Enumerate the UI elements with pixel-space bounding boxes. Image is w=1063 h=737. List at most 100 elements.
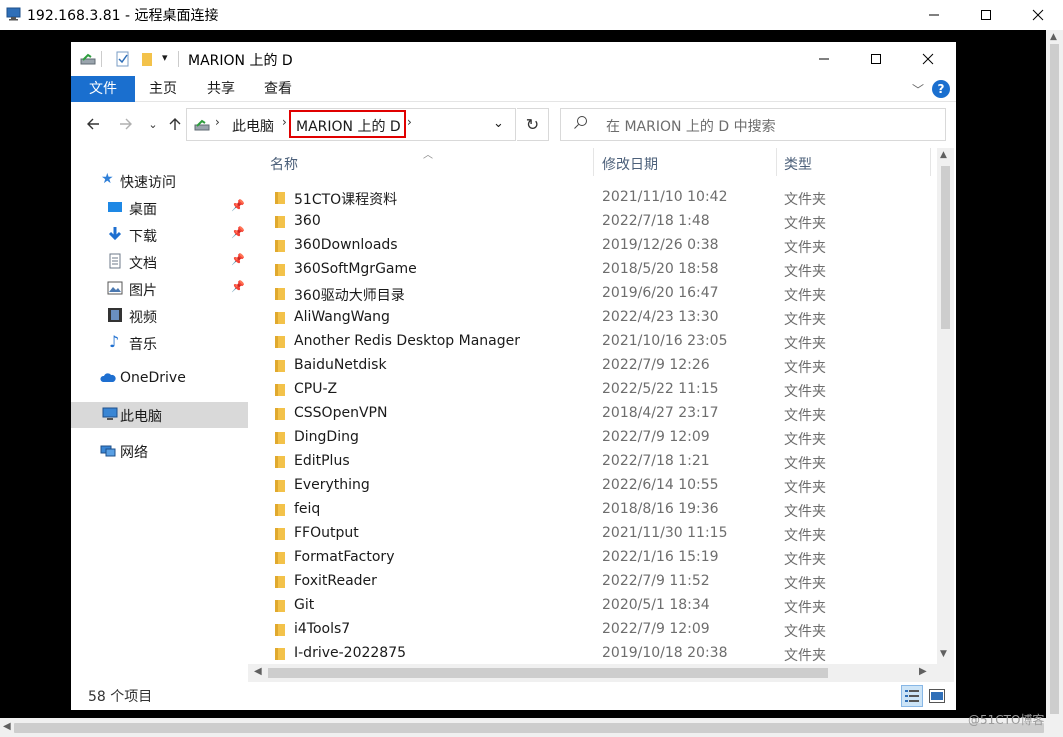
nav-item-music[interactable]: ♪ 音乐 [71, 330, 248, 356]
nav-item-onedrive[interactable]: OneDrive [71, 366, 248, 392]
new-folder-icon[interactable] [139, 51, 155, 67]
pin-icon[interactable]: 📌 [231, 199, 245, 212]
nav-item-quick-access[interactable]: ★ 快速访问 [71, 168, 248, 194]
address-dropdown-icon[interactable]: ⌄ [493, 116, 504, 131]
tab-home[interactable]: 主页 [141, 76, 185, 102]
file-list-horizontal-scroll-thumb[interactable] [268, 668, 828, 678]
nav-item-label: 快速访问 [120, 175, 176, 191]
rdp-horizontal-scroll-thumb[interactable] [14, 723, 1044, 733]
file-row[interactable]: EditPlus 2022/7/18 1:21 文件夹 [248, 450, 938, 474]
nav-item-network[interactable]: 网络 [71, 438, 248, 464]
breadcrumb-separator-icon[interactable]: › [407, 115, 412, 129]
file-list-vertical-scroll-thumb[interactable] [941, 166, 950, 329]
file-name: 360驱动大师目录 [294, 288, 405, 304]
large-icons-view-button[interactable] [926, 685, 948, 707]
folder-icon [275, 576, 285, 588]
explorer-close-button[interactable] [902, 42, 954, 76]
column-header-type[interactable]: 类型 [784, 154, 812, 174]
column-header-name[interactable]: 名称 [270, 154, 298, 174]
file-row[interactable]: DingDing 2022/7/9 12:09 文件夹 [248, 426, 938, 450]
help-icon[interactable]: ? [932, 80, 950, 98]
file-row[interactable]: Another Redis Desktop Manager 2021/10/16 … [248, 330, 938, 354]
file-type: 文件夹 [784, 192, 826, 208]
column-divider[interactable] [776, 148, 777, 176]
file-name: FFOutput [294, 525, 359, 541]
pin-icon[interactable]: 📌 [231, 226, 245, 239]
file-row[interactable]: Everything 2022/6/14 10:55 文件夹 [248, 474, 938, 498]
column-divider[interactable] [930, 148, 931, 176]
rdp-minimize-button[interactable] [911, 0, 957, 30]
file-date-modified: 2021/10/16 23:05 [602, 333, 728, 349]
file-row[interactable]: I-drive-2022875 2019/10/18 20:38 文件夹 [248, 642, 938, 666]
explorer-title-bar: ▾ MARION 上的 D [71, 42, 956, 76]
file-row[interactable]: 360 2022/7/18 1:48 文件夹 [248, 210, 938, 234]
tab-view[interactable]: 查看 [256, 76, 300, 102]
file-date-modified: 2019/6/20 16:47 [602, 285, 719, 301]
file-date-modified: 2022/7/9 12:09 [602, 621, 710, 637]
file-row[interactable]: FormatFactory 2022/1/16 15:19 文件夹 [248, 546, 938, 570]
refresh-button[interactable]: ↻ [517, 108, 549, 141]
scroll-left-arrow-icon[interactable]: ◀ [3, 721, 11, 732]
file-row[interactable]: feiq 2018/8/16 19:36 文件夹 [248, 498, 938, 522]
column-header-date-modified[interactable]: 修改日期 [602, 154, 658, 174]
column-header-row: ︿ 名称 修改日期 类型 [248, 148, 938, 176]
nav-item-downloads[interactable]: 下载 📌 [71, 222, 248, 248]
file-row[interactable]: 51CTO课程资料 2021/11/10 10:42 文件夹 [248, 186, 938, 210]
file-row[interactable]: CSSOpenVPN 2018/4/27 23:17 文件夹 [248, 402, 938, 426]
breadcrumb-separator-icon[interactable]: › [215, 115, 220, 129]
up-button[interactable] [165, 114, 185, 134]
file-row[interactable]: BaiduNetdisk 2022/7/9 12:26 文件夹 [248, 354, 938, 378]
file-row[interactable]: 360驱动大师目录 2019/6/20 16:47 文件夹 [248, 282, 938, 306]
explorer-maximize-button[interactable] [850, 42, 902, 76]
nav-item-this-pc[interactable]: 此电脑 [71, 402, 248, 428]
file-name: FoxitReader [294, 573, 377, 589]
file-list-vertical-scrollbar[interactable]: ▲ ▼ [937, 148, 954, 664]
tab-file[interactable]: 文件 [71, 76, 135, 102]
file-row[interactable]: 360SoftMgrGame 2018/5/20 18:58 文件夹 [248, 258, 938, 282]
scroll-up-arrow-icon[interactable]: ▲ [940, 150, 947, 160]
scroll-up-arrow-icon[interactable]: ▲ [1050, 32, 1057, 42]
file-date-modified: 2021/11/30 11:15 [602, 525, 728, 541]
scroll-left-arrow-icon[interactable]: ◀ [254, 666, 262, 677]
nav-item-documents[interactable]: 文档 📌 [71, 249, 248, 275]
file-name: 360Downloads [294, 237, 398, 253]
file-row[interactable]: i4Tools7 2022/7/9 12:09 文件夹 [248, 618, 938, 642]
rdp-vertical-scrollbar[interactable]: ▲ [1046, 30, 1063, 718]
column-divider[interactable] [593, 148, 594, 176]
search-box[interactable]: 在 MARION 上的 D 中搜索 [560, 108, 946, 141]
file-date-modified: 2022/7/18 1:48 [602, 213, 710, 229]
title-divider [101, 51, 102, 67]
file-row[interactable]: CPU-Z 2022/5/22 11:15 文件夹 [248, 378, 938, 402]
rdp-horizontal-scrollbar[interactable]: ◀ [0, 718, 1063, 737]
scroll-right-arrow-icon[interactable]: ▶ [919, 666, 927, 677]
file-row[interactable]: FFOutput 2021/11/30 11:15 文件夹 [248, 522, 938, 546]
pin-icon[interactable]: 📌 [231, 280, 245, 293]
nav-item-videos[interactable]: 视频 [71, 303, 248, 329]
explorer-minimize-button[interactable] [798, 42, 850, 76]
file-row[interactable]: Git 2020/5/1 18:34 文件夹 [248, 594, 938, 618]
quick-access-dropdown-icon[interactable]: ▾ [162, 51, 168, 64]
breadcrumb-this-pc[interactable]: 此电脑 [232, 116, 274, 136]
pin-icon[interactable]: 📌 [231, 253, 245, 266]
breadcrumb-separator-icon[interactable]: › [282, 115, 287, 129]
arrow-up-icon [169, 118, 181, 130]
expand-ribbon-chevron-icon[interactable]: ﹀ [912, 81, 924, 98]
forward-button[interactable] [116, 114, 136, 134]
details-view-button[interactable] [901, 685, 923, 707]
scroll-down-arrow-icon[interactable]: ▼ [940, 649, 947, 659]
rdp-maximize-button[interactable] [963, 0, 1009, 30]
rdp-vertical-scroll-thumb[interactable] [1050, 44, 1059, 714]
computer-icon [102, 407, 118, 420]
tab-share[interactable]: 共享 [199, 76, 243, 102]
file-row[interactable]: FoxitReader 2022/7/9 11:52 文件夹 [248, 570, 938, 594]
properties-icon[interactable] [115, 51, 131, 67]
back-button[interactable] [83, 114, 103, 134]
folder-icon [275, 432, 285, 444]
nav-item-desktop[interactable]: 桌面 📌 [71, 195, 248, 221]
nav-item-pictures[interactable]: 图片 📌 [71, 276, 248, 302]
file-row[interactable]: AliWangWang 2022/4/23 13:30 文件夹 [248, 306, 938, 330]
file-list-horizontal-scrollbar[interactable]: ◀ ▶ [248, 664, 954, 682]
recent-locations-button[interactable]: ⌄ [143, 114, 163, 134]
file-row[interactable]: 360Downloads 2019/12/26 0:38 文件夹 [248, 234, 938, 258]
rdp-close-button[interactable] [1015, 0, 1061, 30]
